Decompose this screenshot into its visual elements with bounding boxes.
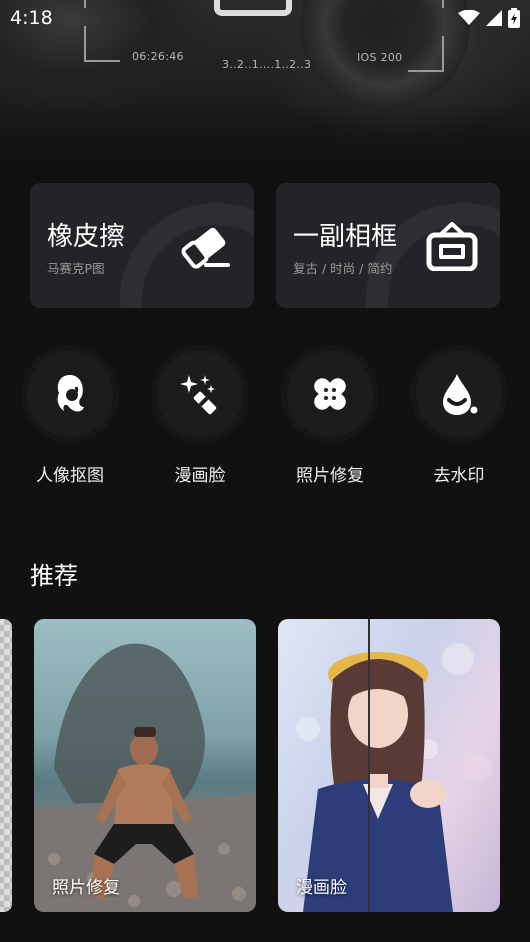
photo-frame-icon bbox=[426, 222, 478, 271]
card-title: 橡皮擦 bbox=[47, 222, 126, 252]
tool-label: 照片修复 bbox=[296, 466, 364, 486]
sparkle-wand-icon bbox=[180, 375, 217, 415]
girl-portrait-image bbox=[296, 643, 492, 912]
recommend-card-label: 漫画脸 bbox=[296, 878, 347, 898]
section-title: 推荐 bbox=[30, 562, 78, 590]
signal-icon bbox=[486, 10, 502, 26]
bandage-icon bbox=[314, 378, 346, 410]
tool-icon-circle bbox=[410, 345, 508, 443]
water-drop-icon bbox=[443, 374, 478, 415]
battery-icon bbox=[508, 8, 520, 28]
tool-icon-circle bbox=[281, 345, 379, 443]
eraser-icon bbox=[181, 227, 230, 269]
hud-timecode: 06:26:46 bbox=[132, 50, 184, 63]
hud-iso: IOS 200 bbox=[357, 51, 403, 64]
card-eraser[interactable]: 橡皮擦 马赛克P图 bbox=[30, 183, 254, 308]
tool-remove-watermark[interactable]: 去水印 bbox=[409, 345, 509, 486]
comparison-divider[interactable] bbox=[368, 619, 370, 912]
tool-comic-face[interactable]: 漫画脸 bbox=[150, 345, 250, 486]
status-bar: 4:18 bbox=[0, 0, 530, 36]
recommend-card-label: 照片修复 bbox=[52, 878, 120, 898]
recommend-card-partial[interactable] bbox=[0, 619, 12, 912]
card-photo-frame[interactable]: 一副相框 复古 / 时尚 / 简约 bbox=[276, 183, 500, 308]
card-subtitle: 马赛克P图 bbox=[47, 261, 105, 276]
card-title: 一副相框 bbox=[293, 222, 398, 252]
viewfinder-corner bbox=[408, 36, 444, 72]
tool-icon-circle bbox=[21, 345, 119, 443]
recommend-card-comic-face[interactable]: 漫画脸 bbox=[278, 619, 500, 912]
status-icons bbox=[458, 8, 520, 28]
tool-portrait-cutout[interactable]: 人像抠图 bbox=[20, 345, 120, 486]
card-subtitle: 复古 / 时尚 / 简约 bbox=[293, 261, 393, 276]
tool-label: 漫画脸 bbox=[174, 466, 226, 486]
portrait-cutout-icon bbox=[57, 375, 84, 412]
wifi-icon bbox=[458, 10, 480, 25]
tool-icon-circle bbox=[151, 345, 249, 443]
tool-label: 去水印 bbox=[433, 466, 485, 486]
hud-scale: 3..2..1....1..2..3 bbox=[222, 58, 312, 71]
tool-label: 人像抠图 bbox=[36, 466, 104, 486]
status-time: 4:18 bbox=[10, 7, 53, 29]
beach-portrait-image bbox=[34, 643, 256, 912]
recommend-card-photo-repair[interactable]: 照片修复 bbox=[34, 619, 256, 912]
tool-photo-repair[interactable]: 照片修复 bbox=[280, 345, 380, 486]
